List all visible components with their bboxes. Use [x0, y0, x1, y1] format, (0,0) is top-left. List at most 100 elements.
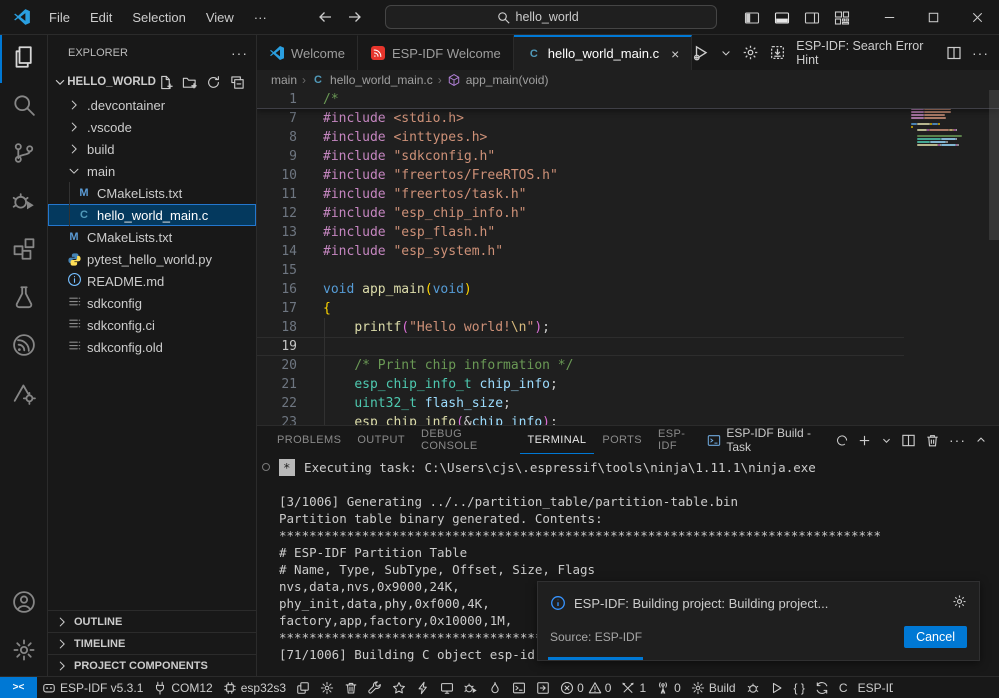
- cancel-button[interactable]: Cancel: [904, 626, 967, 648]
- tree-item-pytest_hello_world.py[interactable]: pytest_hello_world.py: [48, 248, 256, 270]
- customize-layout-icon[interactable]: [827, 0, 857, 35]
- activity-esp-idf-explorer[interactable]: [0, 371, 47, 419]
- project-section-header[interactable]: HELLO_WORLD: [48, 70, 256, 94]
- panel-more-actions[interactable]: ···: [949, 432, 966, 448]
- status-esp-idf-version[interactable]: ESP-IDF v5.3.1: [37, 677, 148, 698]
- toggle-panel-icon[interactable]: [767, 0, 797, 35]
- status-run[interactable]: [765, 677, 789, 698]
- tree-item-main[interactable]: main: [48, 160, 256, 182]
- tab-esp-idf-welcome[interactable]: ESP-IDF Welcome: [358, 35, 514, 70]
- status-esp-idf-label[interactable]: ESP-IDF: [853, 677, 893, 698]
- status-device-target[interactable]: esp32s3: [218, 677, 291, 698]
- status-braces[interactable]: { }: [789, 677, 810, 698]
- panel-tab-output[interactable]: OUTPUT: [349, 426, 413, 454]
- activity-testing[interactable]: [0, 275, 47, 323]
- status-select-project[interactable]: [291, 677, 315, 698]
- status-erase-flash[interactable]: [483, 677, 507, 698]
- panel-tab-ports[interactable]: PORTS: [594, 426, 650, 454]
- new-terminal-icon[interactable]: [857, 433, 872, 448]
- chevron-down-icon[interactable]: [881, 435, 892, 446]
- tree-item-.vscode[interactable]: .vscode: [48, 116, 256, 138]
- minimap[interactable]: [905, 90, 999, 425]
- tree-item-CMakeLists.txt[interactable]: MCMakeLists.txt: [48, 182, 256, 204]
- split-terminal-icon[interactable]: [901, 433, 916, 448]
- gear-icon[interactable]: [742, 44, 759, 61]
- status-sync[interactable]: [810, 677, 834, 698]
- menu-edit[interactable]: Edit: [82, 7, 120, 28]
- breadcrumb-file[interactable]: hello_world_main.c: [330, 73, 433, 87]
- status-open-idf-terminal[interactable]: [531, 677, 555, 698]
- activity-run-and-debug[interactable]: [0, 179, 47, 227]
- code-editor[interactable]: 1/*7#include <stdio.h>8#include <inttype…: [257, 90, 999, 425]
- breadcrumb-folder[interactable]: main: [271, 73, 297, 87]
- menu-selection[interactable]: Selection: [124, 7, 193, 28]
- status-problems[interactable]: 00: [555, 677, 616, 698]
- status-bug[interactable]: [741, 677, 765, 698]
- tree-item-hello_world_main.c[interactable]: Chello_world_main.c: [48, 204, 256, 226]
- activity-accounts[interactable]: [0, 580, 47, 628]
- section-outline[interactable]: OUTLINE: [48, 610, 256, 632]
- tree-item-sdkconfig.old[interactable]: sdkconfig.old: [48, 336, 256, 358]
- maximize-panel-icon[interactable]: [975, 434, 987, 446]
- status-tools-count[interactable]: 1: [616, 677, 651, 698]
- notification-settings-icon[interactable]: [952, 594, 967, 612]
- status-menuconfig[interactable]: [315, 677, 339, 698]
- panel-tab-debug-console[interactable]: DEBUG CONSOLE: [413, 426, 520, 454]
- breadcrumb-symbol[interactable]: app_main(void): [466, 73, 549, 87]
- status-remote[interactable]: ><: [0, 677, 37, 698]
- activity-explorer[interactable]: [0, 35, 47, 83]
- kill-terminal-icon[interactable]: [925, 433, 940, 448]
- run-task-icon[interactable]: [692, 44, 710, 62]
- activity-source-control[interactable]: [0, 131, 47, 179]
- tree-item-sdkconfig[interactable]: sdkconfig: [48, 292, 256, 314]
- close-button[interactable]: [955, 0, 999, 35]
- editor-scrollbar[interactable]: [989, 90, 999, 240]
- panel-tab-problems[interactable]: PROBLEMS: [269, 426, 349, 454]
- menu-overflow[interactable]: ···: [246, 7, 275, 28]
- status-monitor[interactable]: [435, 677, 459, 698]
- refresh-icon[interactable]: [204, 73, 222, 91]
- section-timeline[interactable]: TIMELINE: [48, 632, 256, 654]
- activity-espressif[interactable]: [0, 323, 47, 371]
- toggle-secondary-sidebar-icon[interactable]: [797, 0, 827, 35]
- new-file-icon[interactable]: [156, 73, 174, 91]
- maximize-button[interactable]: [911, 0, 955, 35]
- command-center-search[interactable]: [385, 5, 717, 29]
- status-custom-task[interactable]: [363, 677, 387, 698]
- toggle-sidebar-icon[interactable]: [737, 0, 767, 35]
- section-project-components[interactable]: PROJECT COMPONENTS: [48, 654, 256, 676]
- tab-welcome[interactable]: Welcome: [257, 35, 358, 70]
- back-button[interactable]: [315, 7, 335, 27]
- chevron-down-icon[interactable]: [720, 47, 732, 59]
- flash-download-icon[interactable]: [769, 44, 786, 61]
- collapse-all-icon[interactable]: [228, 73, 246, 91]
- tree-item-.devcontainer[interactable]: .devcontainer: [48, 94, 256, 116]
- esp-idf-hint-button[interactable]: ESP-IDF: Search Error Hint: [796, 39, 936, 67]
- status-ports-count[interactable]: 0: [651, 677, 686, 698]
- terminal-task-item[interactable]: ESP-IDF Build - Task: [707, 426, 848, 454]
- split-editor-icon[interactable]: [946, 45, 962, 61]
- activity-extensions[interactable]: [0, 227, 47, 275]
- activity-settings[interactable]: [0, 628, 47, 676]
- activity-search[interactable]: [0, 83, 47, 131]
- close-tab-icon[interactable]: ×: [671, 46, 679, 62]
- status-debug[interactable]: [459, 677, 483, 698]
- status-flash[interactable]: [411, 677, 435, 698]
- terminal-command-decoration[interactable]: [262, 463, 270, 471]
- tab-hello-world-main-c[interactable]: Chello_world_main.c×: [514, 35, 692, 70]
- panel-tab-terminal[interactable]: TERMINAL: [520, 426, 595, 454]
- status-language-c[interactable]: C: [834, 677, 853, 698]
- tree-item-CMakeLists.txt[interactable]: MCMakeLists.txt: [48, 226, 256, 248]
- panel-tab-esp-idf[interactable]: ESP-IDF: [650, 426, 707, 454]
- tree-item-sdkconfig.ci[interactable]: sdkconfig.ci: [48, 314, 256, 336]
- status-star[interactable]: [387, 677, 411, 698]
- search-input[interactable]: [516, 10, 606, 24]
- tree-item-build[interactable]: build: [48, 138, 256, 160]
- menu-file[interactable]: File: [41, 7, 78, 28]
- tree-item-README.md[interactable]: README.md: [48, 270, 256, 292]
- menu-view[interactable]: View: [198, 7, 242, 28]
- minimize-button[interactable]: [867, 0, 911, 35]
- forward-button[interactable]: [345, 7, 365, 27]
- status-terminal[interactable]: [507, 677, 531, 698]
- explorer-more-actions[interactable]: ···: [231, 45, 248, 61]
